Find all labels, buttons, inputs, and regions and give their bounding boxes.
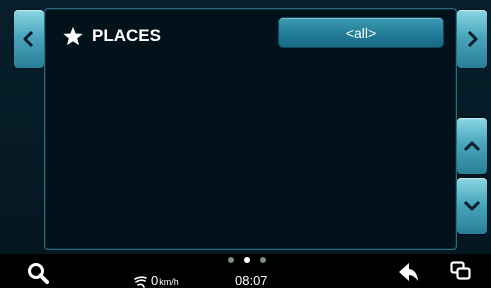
- back-arrow-icon[interactable]: [396, 260, 420, 284]
- clock: 08:07: [235, 273, 268, 288]
- scroll-down-button[interactable]: [457, 178, 487, 234]
- windows-icon[interactable]: [450, 261, 472, 281]
- chevron-up-icon: [463, 141, 481, 152]
- scroll-up-button[interactable]: [457, 118, 487, 174]
- chevron-down-icon: [463, 200, 481, 211]
- chevron-right-icon: [467, 30, 478, 48]
- speed-value: 0: [151, 273, 159, 288]
- search-icon[interactable]: [27, 262, 49, 284]
- page-dot: [260, 257, 266, 263]
- speed-display: 0 km/h: [134, 272, 179, 288]
- page-title: PLACES: [62, 22, 161, 50]
- speed-icon: [134, 276, 147, 288]
- page-indicator: [228, 257, 266, 263]
- page-title-text: PLACES: [92, 26, 161, 45]
- next-button[interactable]: [457, 10, 487, 68]
- prev-button[interactable]: [14, 10, 44, 68]
- category-filter-button[interactable]: <all>: [278, 17, 444, 48]
- page-dot-active: [244, 257, 250, 263]
- star-icon: [63, 26, 83, 45]
- speed-unit: km/h: [159, 277, 179, 287]
- page-dot: [228, 257, 234, 263]
- category-filter-label: <all>: [345, 24, 377, 41]
- chevron-left-icon: [23, 30, 34, 48]
